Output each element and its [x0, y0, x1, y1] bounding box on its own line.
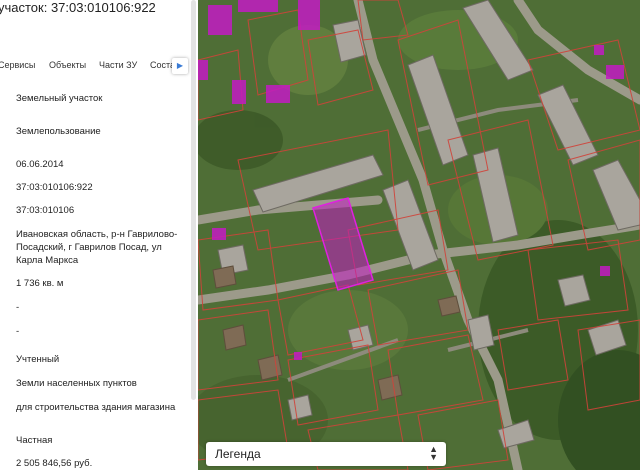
panel-title: участок: 37:03:010106:922	[0, 0, 156, 15]
info-panel: участок: 37:03:010106:922 Сервисы Объект…	[0, 0, 198, 470]
map-canvas[interactable]	[198, 0, 640, 470]
tab-bar: Сервисы Объекты Части ЗУ Соста ▶	[0, 58, 198, 74]
tab-services[interactable]: Сервисы	[0, 60, 35, 70]
field-ownership: Частная	[16, 435, 53, 446]
field-cadastral-value: 2 505 846,56 руб.	[16, 458, 93, 469]
field-object-type: Земельный участок	[16, 93, 103, 104]
field-registration-date: 06.06.2014	[16, 159, 64, 170]
tabs-next-button[interactable]: ▶	[172, 58, 188, 74]
field-permitted-use: для строительства здания магазина	[16, 402, 176, 413]
field-empty-2: -	[16, 326, 20, 337]
field-land-category: Земли населенных пунктов	[16, 378, 137, 389]
field-status: Учтенный	[16, 354, 60, 365]
chevron-right-icon: ▶	[176, 61, 184, 70]
legend-label: Легенда	[215, 447, 261, 461]
tab-parts[interactable]: Части ЗУ	[99, 60, 137, 70]
satellite-map[interactable]	[198, 0, 640, 470]
field-area: 1 736 кв. м	[16, 278, 64, 289]
tab-objects[interactable]: Объекты	[49, 60, 86, 70]
chevron-up-down-icon: ▲ ▼	[429, 444, 438, 462]
legend-dropdown[interactable]: Легенда ▲ ▼	[206, 442, 446, 466]
field-address: Ивановская область, р-н Гаврилово-Посадс…	[16, 229, 178, 266]
field-cadastral-quarter: 37:03:010106	[16, 205, 75, 216]
field-cadastral-number: 37:03:010106:922	[16, 182, 93, 193]
panel-scrollbar[interactable]	[191, 0, 196, 400]
field-empty-1: -	[16, 302, 20, 313]
field-subtype: Землепользование	[16, 126, 101, 137]
